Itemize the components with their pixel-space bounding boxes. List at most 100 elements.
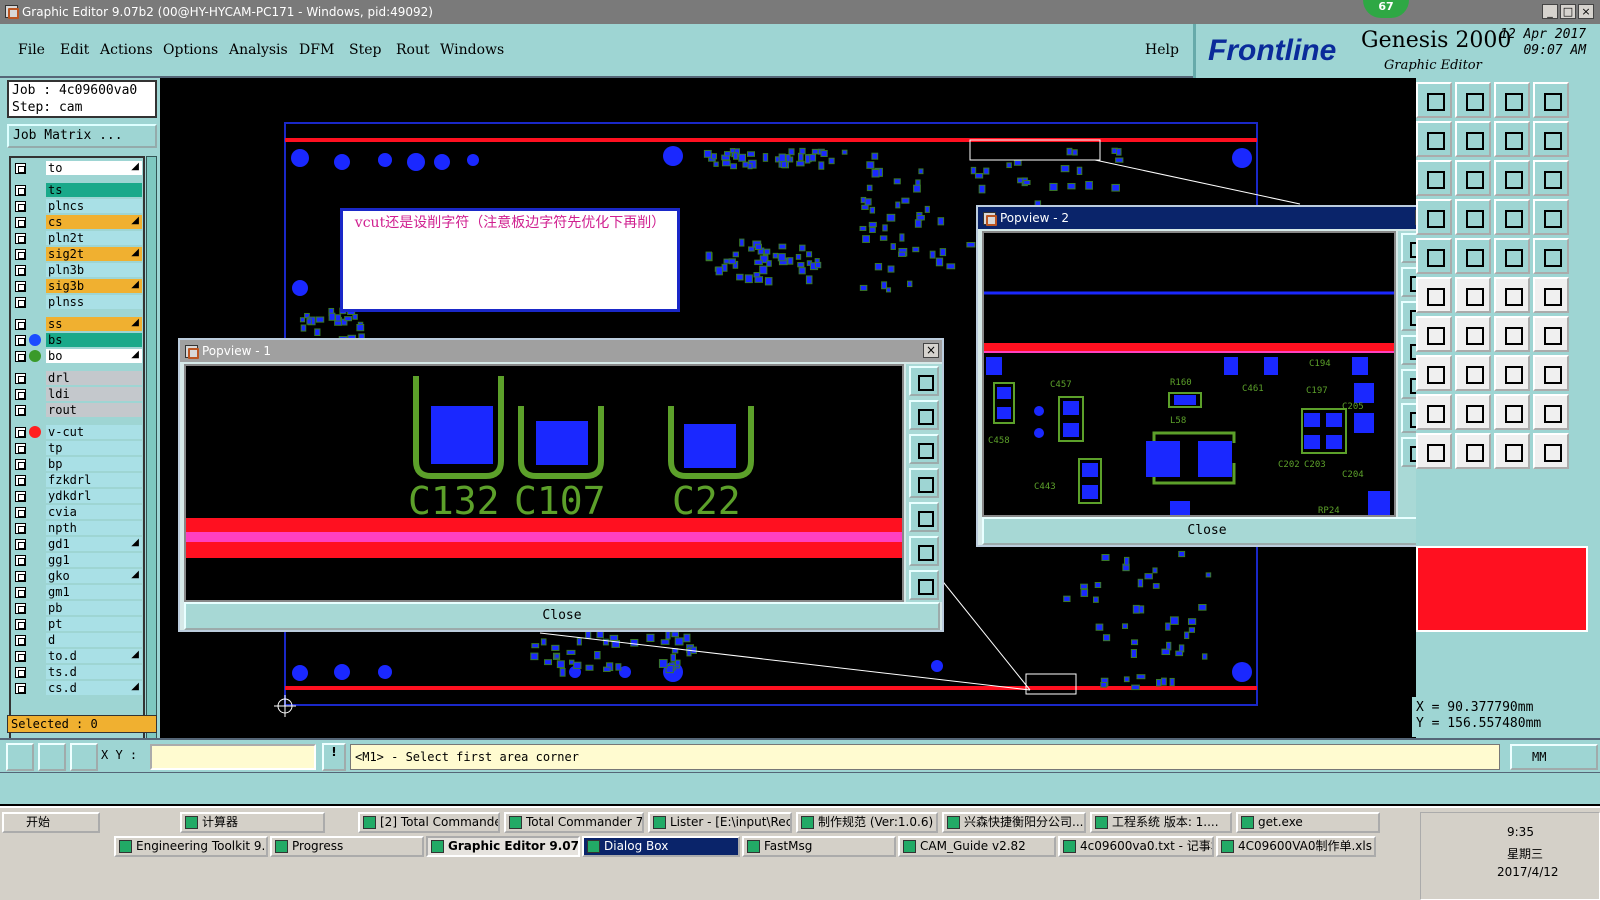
layer-name[interactable]: pln2t [46,231,142,245]
menu-options[interactable]: Options [163,42,218,58]
layer-checkbox[interactable] [15,619,26,630]
layer-row[interactable]: sig2t ◢ [11,246,147,262]
job-matrix-button[interactable]: Job Matrix ... [7,124,157,148]
layer-checkbox[interactable] [15,201,26,212]
taskbar-item[interactable]: 计算器 [180,812,325,833]
layer-row[interactable]: pln3b [11,262,147,278]
tool-button[interactable] [1533,160,1569,196]
measure-icon[interactable] [38,743,66,771]
units-dropdown[interactable]: MM [1510,744,1598,770]
menu-rout[interactable]: Rout [396,42,430,58]
snap-icon[interactable] [6,743,34,771]
taskbar-item[interactable]: 4c09600va0.txt - 记事本 [1058,836,1214,857]
tool-button[interactable] [1455,160,1491,196]
layer-name[interactable]: cs.d [46,681,142,695]
layer-name[interactable]: gd1 [46,537,142,551]
taskbar-item[interactable]: 兴森快捷衡阳分公司... [942,812,1086,833]
tool-button[interactable] [1455,277,1491,313]
layer-row[interactable]: gd1 ◢ [11,536,147,552]
taskbar-item[interactable]: 制作规范 (Ver:1.0.6) [796,812,938,833]
pv-pan-left-button[interactable] [909,468,939,498]
tool-button[interactable] [1416,121,1452,157]
layer-checkbox[interactable] [15,683,26,694]
layer-row[interactable]: v-cut [11,424,147,440]
menu-dfm[interactable]: DFM [299,42,334,58]
layer-name[interactable]: bs [46,333,142,347]
layer-checkbox[interactable] [15,539,26,550]
layer-row[interactable]: ts [11,182,147,198]
layer-checkbox[interactable] [15,319,26,330]
menu-help[interactable]: Help [1145,42,1179,58]
layer-name[interactable]: pt [46,617,142,631]
grid-icon[interactable] [70,743,98,771]
tool-button[interactable] [1533,238,1569,274]
tool-button[interactable] [1416,316,1452,352]
tool-button[interactable] [1494,277,1530,313]
layer-checkbox[interactable] [15,635,26,646]
layer-name[interactable]: fzkdrl [46,473,142,487]
taskbar-item[interactable]: Progress [270,836,424,857]
layer-row[interactable]: gko ◢ [11,568,147,584]
layer-name[interactable]: drl [46,371,142,385]
layer-checkbox[interactable] [15,281,26,292]
layer-name[interactable]: pln3b [46,263,142,277]
taskbar-item[interactable]: Lister - [E:\input\Recei... [648,812,792,833]
menu-analysis[interactable]: Analysis [229,42,288,58]
tool-button[interactable] [1533,121,1569,157]
layer-row[interactable]: plncs [11,198,147,214]
menu-file[interactable]: File [18,42,45,58]
layer-row[interactable]: to.d ◢ [11,648,147,664]
popview-1-titlebar[interactable]: Popview - 1 × [180,340,942,362]
popview-2-titlebar[interactable]: Popview - 2 × [978,207,1434,229]
tool-button[interactable] [1455,355,1491,391]
tool-button[interactable] [1533,316,1569,352]
layer-name[interactable]: gm1 [46,585,142,599]
maximize-button[interactable]: □ [1560,4,1576,19]
menu-actions[interactable]: Actions [100,42,153,58]
tool-button[interactable] [1455,433,1491,469]
layer-name[interactable]: ss [46,317,142,331]
layer-row[interactable]: fzkdrl [11,472,147,488]
layer-row[interactable]: rout [11,402,147,418]
tool-button[interactable] [1416,82,1452,118]
layer-checkbox[interactable] [15,667,26,678]
layer-row[interactable]: gm1 [11,584,147,600]
layer-checkbox[interactable] [15,351,26,362]
layer-name[interactable]: sig3b [46,279,142,293]
layer-name[interactable]: plnss [46,295,142,309]
tool-button[interactable] [1416,433,1452,469]
pv-pan-down-button[interactable] [909,434,939,464]
layer-name[interactable]: gg1 [46,553,142,567]
layer-checkbox[interactable] [15,443,26,454]
layer-name[interactable]: ydkdrl [46,489,142,503]
tool-button[interactable] [1494,199,1530,235]
layer-name[interactable]: rout [46,403,142,417]
layer-name[interactable]: gko [46,569,142,583]
layer-checkbox[interactable] [15,233,26,244]
tool-button[interactable] [1455,316,1491,352]
popview-2-close-button[interactable]: Close [982,517,1432,545]
tray-clock[interactable]: 9:35 [1507,825,1534,839]
popview-1-close-icon[interactable]: × [923,343,939,358]
layer-checkbox[interactable] [15,405,26,416]
layer-checkbox[interactable] [15,491,26,502]
layer-name[interactable]: pb [46,601,142,615]
start-button[interactable]: 开始 [2,812,100,833]
tool-button[interactable] [1533,277,1569,313]
close-button[interactable]: × [1578,4,1594,19]
layer-name[interactable]: ts [46,183,142,197]
layer-name[interactable]: ts.d [46,665,142,679]
layer-name[interactable]: ldi [46,387,142,401]
menu-step[interactable]: Step [349,42,381,58]
popview-2-view[interactable]: R160 C461 C194 C197 C457 L58 C458 C443 C… [982,231,1396,517]
layer-checkbox[interactable] [15,651,26,662]
layer-row[interactable]: bo ◢ [11,348,147,364]
tool-button[interactable] [1494,316,1530,352]
tool-button[interactable] [1533,82,1569,118]
tool-button[interactable] [1494,121,1530,157]
layer-row[interactable]: pt [11,616,147,632]
layer-name[interactable]: cvia [46,505,142,519]
layer-row[interactable]: to ◢ [11,160,147,176]
layer-name[interactable]: d [46,633,142,647]
layer-row[interactable]: npth [11,520,147,536]
